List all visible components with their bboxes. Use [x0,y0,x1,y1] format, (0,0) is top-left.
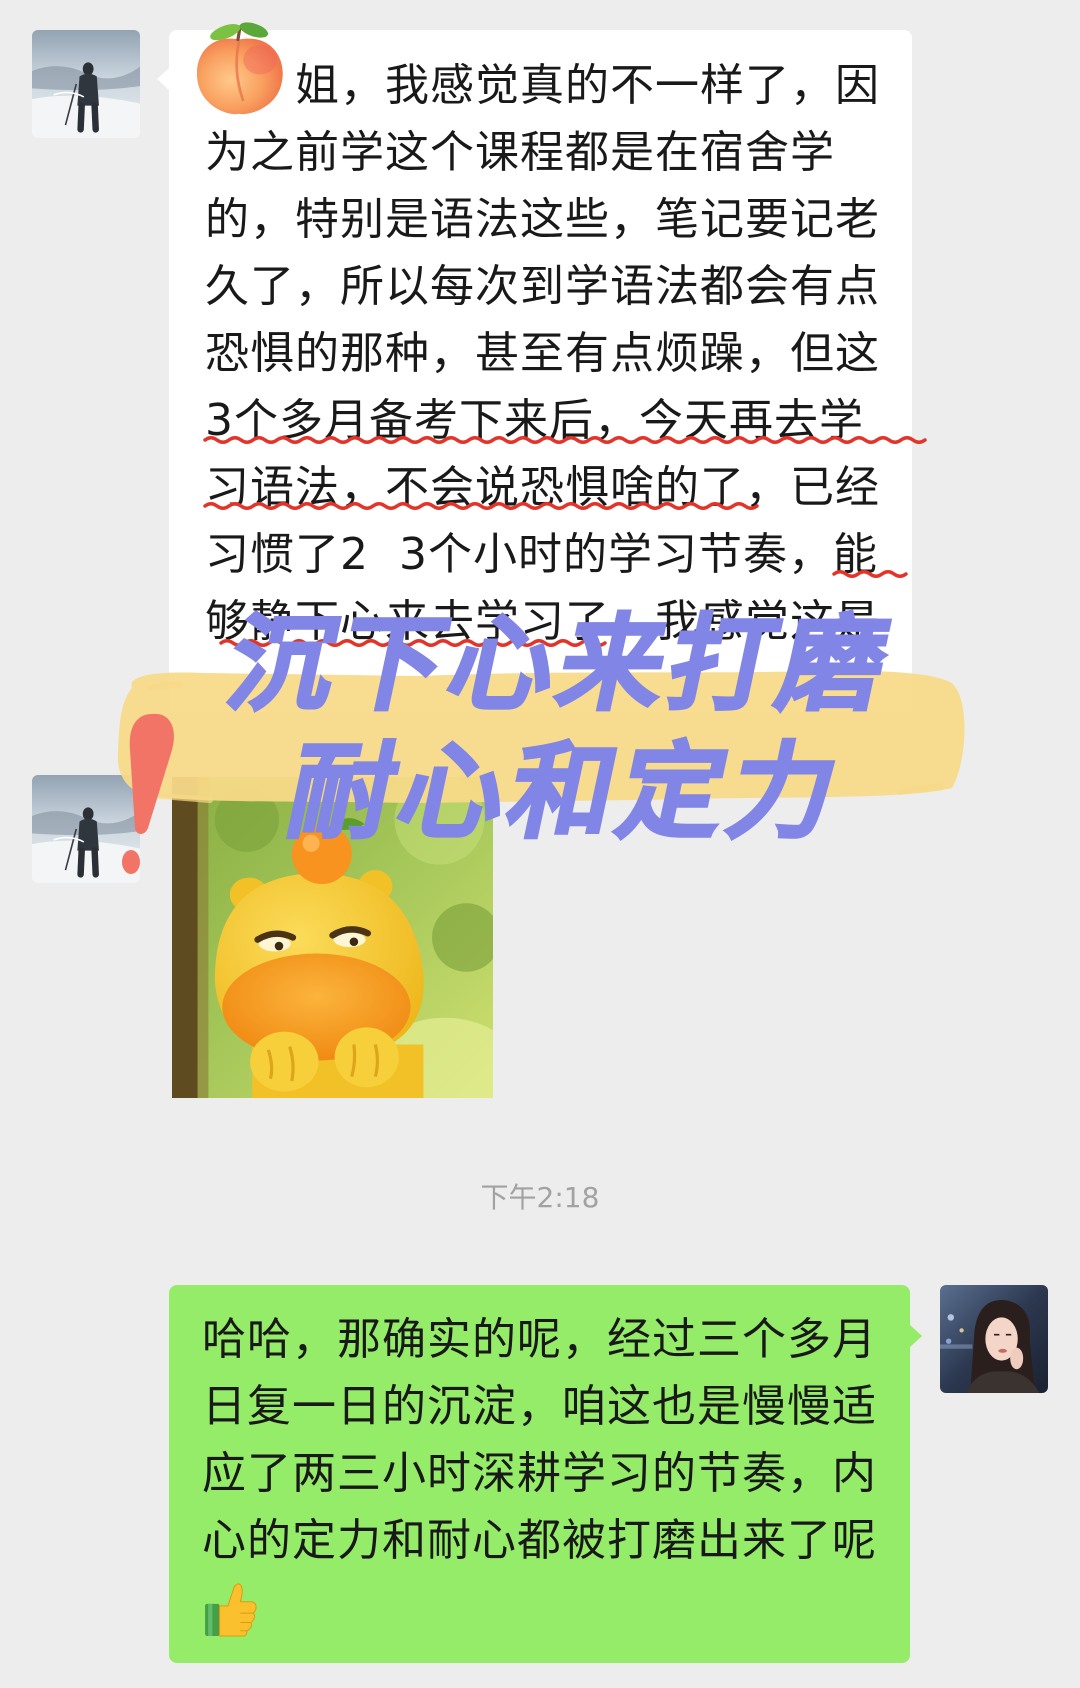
message-line: 习惯了2 3个小时的学习节奏，能 [205,529,878,580]
contact-avatar-photo [32,30,140,138]
overlay-headline: 沉下心来打磨 [217,602,906,727]
message-line: 姐，我感觉真的不一样了，因 [295,60,880,111]
contact-avatar[interactable] [32,30,140,138]
message-line: 久了，所以每次到学语法都会有点 [205,261,880,312]
exclamation-mark-icon [122,713,174,874]
own-avatar[interactable] [940,1285,1048,1393]
timestamp: 下午2:18 [480,1181,600,1214]
outgoing-message-bubble[interactable]: 哈哈，那确实的呢，经过三个多月 日复一日的沉淀，咱这也是慢慢适 应了两三小时深耕… [169,1285,922,1663]
message-line: 为之前学这个课程都是在宿舍学 [205,127,835,178]
bubble-tail [910,1325,922,1347]
message-line: 的，特别是语法这些，笔记要记老 [205,194,880,245]
message-line: 恐惧的那种，甚至有点烦躁，但这 [205,328,880,379]
thumbs-up-icon [205,1583,257,1637]
bubble-tail [157,68,169,90]
message-line: 习语法，不会说恐惧啥的了，已经 [205,462,880,513]
message-line: 心的定力和耐心都被打磨出来了呢 [202,1515,877,1566]
message-text: 哈哈，那确实的呢，经过三个多月 日复一日的沉淀，咱这也是慢慢适 应了两三小时深耕… [202,1306,877,1641]
message-line: 3个多月备考下来后，今天再去学 [205,395,864,446]
exclamation-mark [110,700,190,890]
peach-sticker [186,12,292,118]
message-line: 哈哈，那确实的呢，经过三个多月 [202,1314,877,1365]
message-line: 日复一日的沉淀，咱这也是慢慢适 [202,1381,877,1432]
message-line: 应了两三小时深耕学习的节奏，内 [202,1448,877,1499]
own-avatar-photo [940,1285,1048,1393]
overlay-subline: 耐心和定力 [277,730,856,855]
message-text: 姐，我感觉真的不一样了，因 为之前学这个课程都是在宿舍学 的，特别是语法这些，笔… [205,52,880,655]
emoji-line [202,1574,877,1641]
peach-icon [196,22,283,115]
